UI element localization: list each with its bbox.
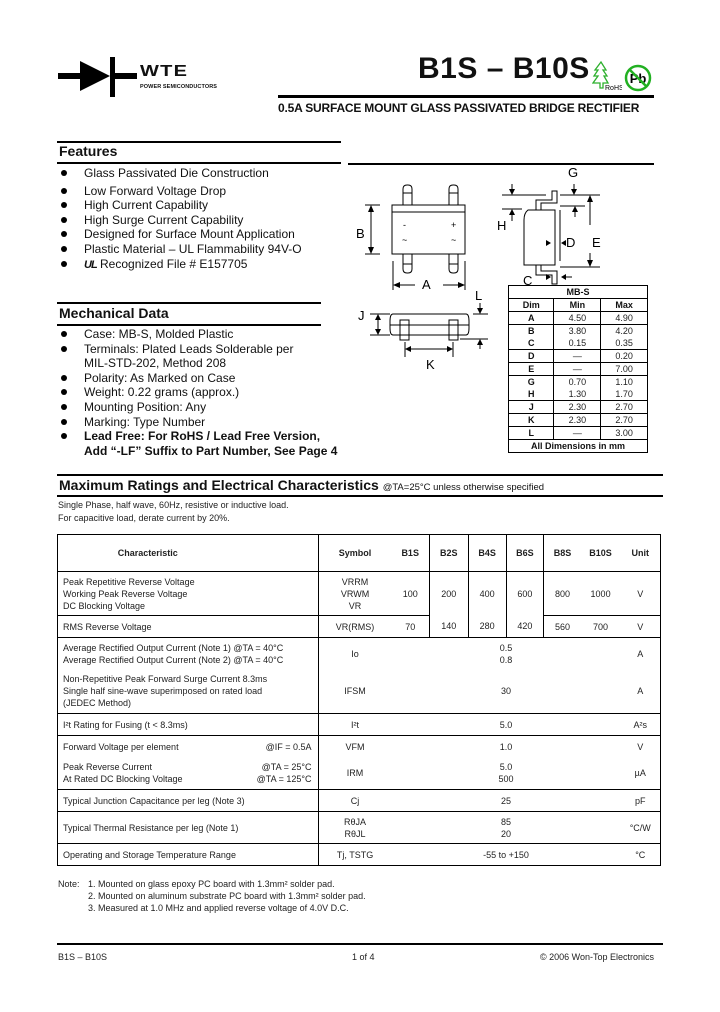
table-row: RMS Reverse Voltage VR(RMS) 70 140 280 4… xyxy=(57,615,661,638)
brand-tagline: POWER SEMICONDUCTORS xyxy=(140,84,218,90)
dims-col-max: Max xyxy=(600,298,648,312)
mech-item: Mounting Position: Any xyxy=(58,400,337,415)
mech-bottom-rule xyxy=(57,324,321,326)
note-item: 3. Measured at 1.0 MHz and applied rever… xyxy=(88,903,349,913)
dims-row: L —3.00 xyxy=(507,426,648,440)
dims-row: B 3.80 4.20 xyxy=(507,324,648,337)
mechanical-list: Case: MB-S, Molded Plastic Terminals: Pl… xyxy=(58,327,337,458)
mech-top-rule xyxy=(57,302,321,304)
dims-col-dim: Dim xyxy=(507,298,555,312)
col-b10s: B10S xyxy=(580,534,621,572)
col-b2s: B2S xyxy=(428,534,469,572)
title-divider xyxy=(278,95,654,98)
mech-item: Marking: Type Number xyxy=(58,415,337,430)
package-profile-diagram: J K L xyxy=(358,288,488,372)
dim-label-g: G xyxy=(568,165,578,180)
col-b4s: B4S xyxy=(467,534,507,572)
dims-row: C 0.15 0.35 xyxy=(507,337,648,350)
footer-copyright: © 2006 Won-Top Electronics xyxy=(539,952,654,962)
page-subtitle: 0.5A SURFACE MOUNT GLASS PASSIVATED BRID… xyxy=(278,101,640,115)
feature-item: High Current Capability xyxy=(58,198,302,213)
dims-row: J 2.30 2.70 xyxy=(507,400,648,414)
rohs-tree-icon: RoHS xyxy=(592,60,622,92)
mech-item: Polarity: As Marked on Case xyxy=(58,371,337,386)
brand-name: WTE xyxy=(140,63,189,80)
table-row: Average Rectified Output Current (Note 1… xyxy=(57,637,661,670)
pin-plus-label: + xyxy=(451,220,456,230)
wte-logo-diode-icon xyxy=(58,57,137,97)
footer-page-number: 1 of 4 xyxy=(352,952,375,962)
col-unit: Unit xyxy=(620,534,661,572)
dim-label-k: K xyxy=(426,357,435,372)
dims-footer: All Dimensions in mm xyxy=(508,439,648,453)
dimensions-table: MB-S Dim Min Max A 4.50 4.90 B 3.80 4.20 C 0.… xyxy=(507,285,648,453)
package-top-view-diagram: B A - + ~ ~ G H D E C xyxy=(356,165,601,290)
footer-divider xyxy=(57,943,663,945)
footer-part-range: B1S – B10S xyxy=(58,952,108,962)
dim-label-e: E xyxy=(592,235,601,250)
table-row: I²t Rating for Fusing (t < 8.3ms) I²t 5.… xyxy=(57,713,661,736)
electrical-characteristics-table: Characteristic Symbol B1S B2S B4S B6S B8… xyxy=(57,534,661,866)
mech-item: Terminals: Plated Leads Solderable per MI… xyxy=(58,342,337,371)
dims-row: G 0.70 1.10 xyxy=(507,375,648,388)
ratings-condition: @TA=25°C unless otherwise specified xyxy=(382,482,545,493)
ul-recognized-icon: UL xyxy=(84,258,98,271)
ratings-top-rule xyxy=(57,474,663,476)
col-b8s: B8S xyxy=(543,534,581,572)
note-item: 2. Mounted on aluminum substrate PC boar… xyxy=(88,891,366,901)
mech-item: Case: MB-S, Molded Plastic xyxy=(58,327,337,342)
pin-minus-label: - xyxy=(403,220,406,230)
table-row: Operating and Storage Temperature Range … xyxy=(57,843,661,866)
table-row: Peak Reverse Current @TA = 25°C At Rated … xyxy=(57,757,661,790)
mech-item-lead-free: Lead Free: For RoHS / Lead Free Version,… xyxy=(58,429,337,458)
mech-item: Weight: 0.22 grams (approx.) xyxy=(58,385,337,400)
feature-item: Plastic Material – UL Flammability 94V-O xyxy=(58,242,302,257)
svg-text:RoHS: RoHS xyxy=(605,85,622,92)
dims-row: A 4.50 4.90 xyxy=(507,311,648,325)
notes: Note: 1. Mounted on glass epoxy PC board… xyxy=(58,878,366,914)
dims-package-header: MB-S xyxy=(508,285,648,299)
feature-item: Designed for Surface Mount Application xyxy=(58,227,302,242)
feature-item: High Surge Current Capability xyxy=(58,213,302,228)
features-list: Glass Passivated Die Construction Low Fo… xyxy=(58,166,302,272)
dims-row: H 1.30 1.70 xyxy=(507,388,648,401)
feature-item: Low Forward Voltage Drop xyxy=(58,184,302,199)
dim-label-d: D xyxy=(566,235,575,250)
dims-row: K 2.30 2.70 xyxy=(507,413,648,427)
features-bottom-rule xyxy=(57,162,341,164)
col-characteristic: Characteristic xyxy=(57,534,319,572)
table-row: Forward Voltage per element @IF = 0.5A VF… xyxy=(57,735,661,758)
ratings-title: Maximum Ratings and Electrical Character… xyxy=(59,477,545,493)
col-b6s: B6S xyxy=(505,534,545,572)
ratings-bottom-rule xyxy=(57,495,663,497)
features-title: Features xyxy=(59,143,118,159)
mechanical-title: Mechanical Data xyxy=(59,305,169,321)
dims-col-min: Min xyxy=(553,298,602,312)
table-row: Typical Thermal Resistance per leg (Note… xyxy=(57,811,661,844)
dims-row: E —7.00 xyxy=(507,362,648,376)
table-row: Peak Repetitive Reverse Voltage Working … xyxy=(57,571,661,616)
dim-label-l: L xyxy=(475,288,482,303)
feature-item: UL Recognized File # E157705 xyxy=(58,257,302,273)
pin-ac1-label: ~ xyxy=(402,235,407,245)
ratings-notes: Single Phase, half wave, 60Hz, resistive… xyxy=(58,500,289,523)
feature-item: Glass Passivated Die Construction xyxy=(58,166,302,181)
dim-label-j: J xyxy=(358,308,365,323)
table-row: Non-Repetitive Peak Forward Surge Curren… xyxy=(57,669,661,714)
notes-prefix: Note: xyxy=(58,879,80,889)
col-symbol: Symbol xyxy=(318,534,392,572)
col-b1s: B1S xyxy=(391,534,430,572)
pin-ac2-label: ~ xyxy=(451,235,456,245)
table-row: Typical Junction Capacitance per leg (No… xyxy=(57,789,661,812)
note-item: 1. Mounted on glass epoxy PC board with … xyxy=(88,879,335,889)
table-header-row: Characteristic Symbol B1S B2S B4S B6S B8… xyxy=(57,534,661,572)
dims-row: D —0.20 xyxy=(507,349,648,363)
dim-label-b: B xyxy=(356,226,365,241)
lead-free-pb-icon: Pb xyxy=(624,64,652,92)
dim-label-h: H xyxy=(497,218,506,233)
page-title: B1S – B10S xyxy=(418,52,590,85)
